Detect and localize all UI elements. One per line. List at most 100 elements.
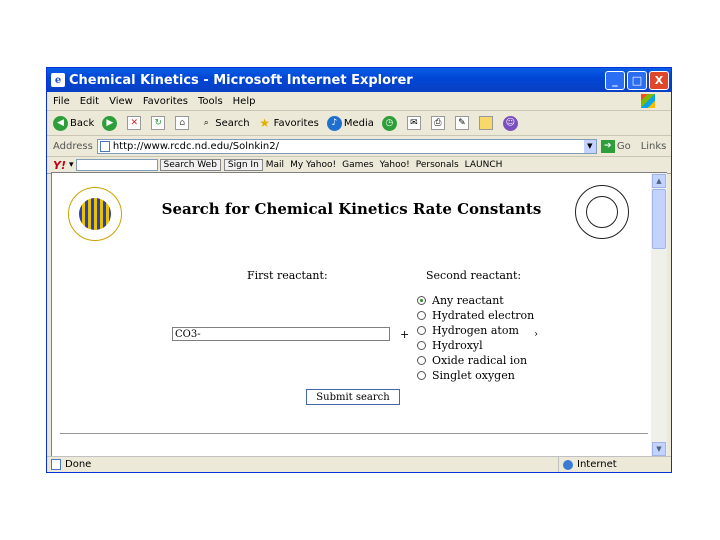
option-hydroxyl[interactable]: Hydroxyl <box>417 338 534 353</box>
back-label: Back <box>70 117 95 129</box>
address-url: http://www.rcdc.nd.edu/Solnkin2/ <box>112 140 279 152</box>
radio-button[interactable] <box>417 296 426 305</box>
radio-button[interactable] <box>417 371 426 380</box>
search-web-button[interactable]: Search Web <box>159 159 221 171</box>
option-any-reactant[interactable]: Any reactant <box>417 293 534 308</box>
ie-logo-icon: e <box>51 73 65 87</box>
standard-toolbar: ◀ Back ▶ ✕ ↻ ⌂ ⌕ Search ★ Favorites ♪ Me… <box>47 111 671 136</box>
search-button[interactable]: ⌕ Search <box>199 116 250 130</box>
radio-button[interactable] <box>417 356 426 365</box>
favorites-label: Favorites <box>273 117 319 129</box>
home-icon: ⌂ <box>175 116 190 130</box>
history-icon: ◷ <box>381 115 397 131</box>
messenger-icon: ☺ <box>502 115 518 131</box>
forward-button[interactable]: ▶ <box>102 115 119 131</box>
page-content: Search for Chemical Kinetics Rate Consta… <box>51 172 651 457</box>
mail-icon: ✉ <box>406 116 421 130</box>
menu-view[interactable]: View <box>109 96 133 107</box>
yahoo-mail-link[interactable]: Mail <box>266 160 284 170</box>
scroll-up-icon[interactable]: ▲ <box>652 174 666 188</box>
favorites-button[interactable]: ★ Favorites <box>258 116 319 130</box>
print-button[interactable]: ⎙ <box>430 116 447 130</box>
menu-tools[interactable]: Tools <box>198 96 223 107</box>
globe-icon <box>563 459 573 470</box>
yahoo-link[interactable]: Yahoo! <box>380 160 410 170</box>
minimize-button[interactable]: _ <box>605 70 625 90</box>
title-bar[interactable]: e Chemical Kinetics - Microsoft Internet… <box>47 68 671 92</box>
back-button[interactable]: ◀ Back <box>53 115 95 131</box>
option-label: Singlet oxygen <box>432 369 515 382</box>
edit-icon: ✎ <box>454 116 469 130</box>
second-reactant-label: Second reactant: <box>426 269 522 282</box>
home-button[interactable]: ⌂ <box>175 116 191 130</box>
page-title: Search for Chemical Kinetics Rate Consta… <box>161 200 542 218</box>
university-seal-logo <box>575 185 629 239</box>
back-arrow-icon: ◀ <box>53 115 68 131</box>
option-hydrogen-atom[interactable]: Hydrogen atom <box>417 323 534 338</box>
personals-link[interactable]: Personals <box>416 160 459 170</box>
print-icon: ⎙ <box>430 116 445 130</box>
messenger-button[interactable]: ☺ <box>502 115 520 131</box>
radio-button[interactable] <box>417 311 426 320</box>
scroll-down-icon[interactable]: ▼ <box>652 442 666 456</box>
links-toolbar[interactable]: Links <box>641 141 667 152</box>
zone-text: Internet <box>577 459 617 470</box>
media-button[interactable]: ♪ Media <box>326 115 374 131</box>
page-icon <box>51 459 61 470</box>
close-button[interactable]: X <box>649 70 669 90</box>
search-icon: ⌕ <box>203 118 209 128</box>
window-title: Chemical Kinetics - Microsoft Internet E… <box>69 72 413 88</box>
refresh-icon: ↻ <box>151 116 166 130</box>
go-button[interactable]: ➔ Go <box>600 139 631 153</box>
chevron-down-icon[interactable]: ▾ <box>69 160 74 170</box>
media-icon: ♪ <box>326 115 342 131</box>
forward-arrow-icon: ▶ <box>102 115 118 131</box>
radio-button[interactable] <box>417 341 426 350</box>
go-arrow-icon: ➔ <box>600 139 615 153</box>
my-yahoo-link[interactable]: My Yahoo! <box>290 160 336 170</box>
option-label: Hydrated electron <box>432 309 535 322</box>
chevron-down-icon[interactable]: ▼ <box>583 139 596 153</box>
yahoo-logo[interactable]: Y! <box>53 159 66 172</box>
radio-button[interactable] <box>417 326 426 335</box>
submit-search-button[interactable]: Submit search <box>306 389 400 405</box>
menu-bar: File Edit View Favorites Tools Help <box>47 92 671 111</box>
seal-shield-icon <box>586 196 618 228</box>
menu-favorites[interactable]: Favorites <box>143 96 188 107</box>
media-label: Media <box>343 117 374 129</box>
address-input[interactable]: http://www.rcdc.nd.edu/Solnkin2/ ▼ <box>96 138 597 154</box>
vertical-scrollbar[interactable]: ▲ ▼ <box>651 172 667 457</box>
sign-in-button[interactable]: Sign In <box>223 159 263 171</box>
launch-link[interactable]: LAUNCH <box>465 160 503 170</box>
address-label: Address <box>53 140 93 152</box>
stop-button[interactable]: ✕ <box>127 116 143 130</box>
first-reactant-label: First reactant: <box>247 269 328 282</box>
stop-icon: ✕ <box>127 116 142 130</box>
star-icon: ★ <box>259 116 271 130</box>
menu-edit[interactable]: Edit <box>80 96 99 107</box>
menu-file[interactable]: File <box>53 96 70 107</box>
edit-button[interactable]: ✎ <box>454 116 471 130</box>
maximize-button[interactable]: □ <box>627 70 647 90</box>
go-label: Go <box>616 140 631 152</box>
yahoo-search-input[interactable] <box>75 159 158 171</box>
browser-window: e Chemical Kinetics - Microsoft Internet… <box>46 67 672 473</box>
second-reactant-options: Any reactant Hydrated electron Hydrogen … <box>417 293 534 383</box>
option-oxide-radical-ion[interactable]: Oxide radical ion <box>417 353 534 368</box>
games-link[interactable]: Games <box>342 160 373 170</box>
option-label: Hydrogen atom <box>432 324 519 337</box>
mail-button[interactable]: ✉ <box>406 116 423 130</box>
first-reactant-input[interactable] <box>172 327 390 341</box>
address-bar: Address http://www.rcdc.nd.edu/Solnkin2/… <box>47 136 671 157</box>
search-label: Search <box>215 117 250 129</box>
scroll-thumb[interactable] <box>652 189 666 249</box>
history-button[interactable]: ◷ <box>381 115 399 131</box>
option-label: Hydroxyl <box>432 339 483 352</box>
menu-help[interactable]: Help <box>233 96 256 107</box>
option-hydrated-electron[interactable]: Hydrated electron <box>417 308 534 323</box>
plus-sign: + <box>400 328 410 341</box>
discuss-button[interactable] <box>478 116 495 130</box>
folder-icon <box>478 116 493 130</box>
refresh-button[interactable]: ↻ <box>151 116 167 130</box>
option-singlet-oxygen[interactable]: Singlet oxygen <box>417 368 534 383</box>
